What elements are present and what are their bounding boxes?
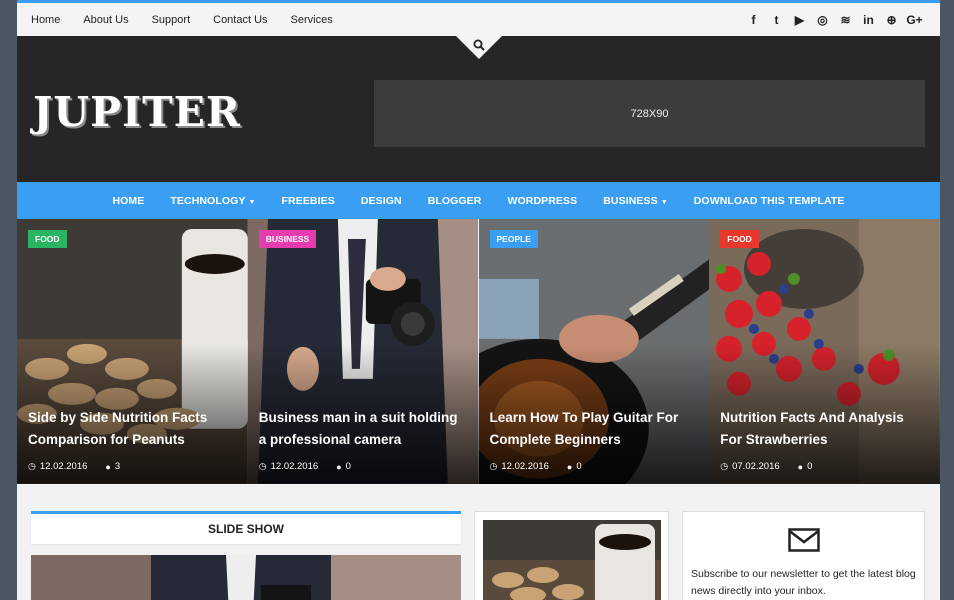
- featured-posts: FOOD Side by Side Nutrition Facts Compar…: [17, 219, 940, 484]
- page: Home About Us Support Contact Us Service…: [17, 0, 940, 600]
- social-links: f t ▶ ◎ ≋ in ⊕ G+: [742, 13, 926, 27]
- post-meta: ◷ 12.02.2016 ● 3: [28, 461, 120, 472]
- caret-down-icon: ▼: [660, 198, 668, 206]
- nav-home[interactable]: HOME: [112, 195, 144, 207]
- nav-design[interactable]: DESIGN: [361, 195, 402, 207]
- category-tag[interactable]: BUSINESS: [258, 230, 317, 248]
- nav-wordpress-label: WORDPRESS: [507, 194, 578, 207]
- comment-count: ● 0: [336, 461, 351, 472]
- comment-count-value: 0: [807, 461, 813, 472]
- card-title[interactable]: Nutrition Facts And Analysis For Strawbe…: [720, 407, 926, 451]
- comment-icon: ●: [797, 461, 804, 472]
- comment-count: ● 3: [105, 461, 120, 472]
- caret-down-icon: ▼: [248, 198, 256, 206]
- nav-business[interactable]: BUSINESS ▼: [603, 195, 668, 207]
- post-meta: ◷ 07.02.2016 ● 0: [720, 461, 812, 472]
- comment-count: ● 0: [798, 461, 813, 472]
- twitter-icon[interactable]: t: [765, 13, 788, 27]
- top-nav: Home About Us Support Contact Us Service…: [31, 14, 356, 26]
- clock-icon: ◷: [258, 461, 267, 471]
- youtube-icon[interactable]: ▶: [788, 13, 811, 27]
- comment-count-value: 0: [345, 461, 351, 472]
- nav-home-label: HOME: [112, 194, 145, 207]
- card-title[interactable]: Business man in a suit holding a profess…: [259, 407, 465, 451]
- slideshow-image[interactable]: [31, 555, 461, 600]
- slideshow-title: SLIDE SHOW: [31, 511, 461, 544]
- facebook-icon[interactable]: f: [742, 13, 765, 27]
- top-bar: Home About Us Support Contact Us Service…: [17, 0, 940, 36]
- card-title[interactable]: Learn How To Play Guitar For Complete Be…: [490, 407, 696, 451]
- top-nav-home[interactable]: Home: [31, 14, 60, 26]
- comment-count-value: 0: [576, 461, 582, 472]
- comment-icon: ●: [105, 461, 111, 472]
- nav-download-template[interactable]: DOWNLOAD THIS TEMPLATE: [694, 195, 845, 207]
- top-nav-about-us[interactable]: About Us: [83, 14, 128, 26]
- nav-freebies[interactable]: FREEBIES: [282, 195, 335, 207]
- newsletter-widget: Subscribe to our newsletter to get the l…: [682, 511, 925, 600]
- nav-design-label: DESIGN: [360, 194, 402, 207]
- post-date: 07.02.2016: [732, 461, 780, 472]
- featured-card[interactable]: FOOD Nutrition Facts And Analysis For St…: [709, 219, 940, 484]
- post-date: 12.02.2016: [270, 461, 319, 472]
- newsletter-description: Subscribe to our newsletter to get the l…: [691, 568, 916, 597]
- ad-banner[interactable]: 728X90: [374, 80, 925, 147]
- nav-blogger[interactable]: BLOGGER: [428, 195, 482, 207]
- site-logo[interactable]: JUPITER: [33, 88, 241, 136]
- featured-card[interactable]: BUSINESS Business man in a suit holding …: [247, 219, 479, 484]
- content-area: SLIDE SHOW Subscribe to our newsletter t…: [17, 484, 940, 600]
- top-nav-contact-us[interactable]: Contact Us: [213, 14, 267, 26]
- clock-icon: ◷: [489, 461, 498, 471]
- dribbble-icon[interactable]: ⊕: [880, 13, 903, 27]
- nav-freebies-label: FREEBIES: [281, 194, 335, 207]
- instagram-icon[interactable]: ◎: [811, 13, 834, 27]
- top-nav-services[interactable]: Services: [291, 14, 333, 26]
- comment-icon: ●: [566, 461, 573, 472]
- nav-business-label: BUSINESS: [603, 194, 658, 207]
- main-nav: HOME TECHNOLOGY ▼ FREEBIES DESIGN BLOGGER…: [17, 182, 940, 219]
- slideshow-widget: SLIDE SHOW: [31, 511, 461, 600]
- nav-technology-label: TECHNOLOGY: [170, 194, 246, 207]
- comment-count-value: 3: [114, 461, 121, 472]
- search-icon[interactable]: [473, 39, 485, 51]
- post-date: 12.02.2016: [501, 461, 549, 472]
- category-tag[interactable]: PEOPLE: [489, 230, 538, 248]
- comment-icon: ●: [336, 461, 342, 472]
- nav-wordpress[interactable]: WORDPRESS: [507, 195, 577, 207]
- post-date: 12.02.2016: [39, 461, 88, 472]
- category-tag[interactable]: FOOD: [28, 230, 67, 248]
- peanuts-coffee-thumbnail: [483, 520, 661, 600]
- top-nav-support[interactable]: Support: [152, 14, 191, 26]
- comment-count: ● 0: [567, 461, 582, 472]
- nav-technology[interactable]: TECHNOLOGY ▼: [170, 195, 255, 207]
- post-thumbnail-card[interactable]: [474, 511, 669, 600]
- google-plus-icon[interactable]: G+: [903, 13, 926, 27]
- featured-card[interactable]: FOOD Side by Side Nutrition Facts Compar…: [17, 219, 248, 484]
- nav-blogger-label: BLOGGER: [427, 194, 482, 207]
- post-meta: ◷ 12.02.2016 ● 0: [259, 461, 351, 472]
- post-meta: ◷ 12.02.2016 ● 0: [490, 461, 582, 472]
- site-header: JUPITER 728X90: [17, 36, 940, 182]
- rss-icon[interactable]: ≋: [834, 13, 857, 27]
- nav-download-template-label: DOWNLOAD THIS TEMPLATE: [693, 194, 845, 207]
- linkedin-icon[interactable]: in: [857, 13, 880, 27]
- clock-icon: ◷: [720, 461, 729, 471]
- category-tag[interactable]: FOOD: [720, 230, 759, 248]
- card-title[interactable]: Side by Side Nutrition Facts Comparison …: [28, 407, 234, 451]
- clock-icon: ◷: [28, 461, 36, 471]
- envelope-icon: [788, 528, 820, 552]
- featured-card[interactable]: PEOPLE Learn How To Play Guitar For Comp…: [478, 219, 710, 484]
